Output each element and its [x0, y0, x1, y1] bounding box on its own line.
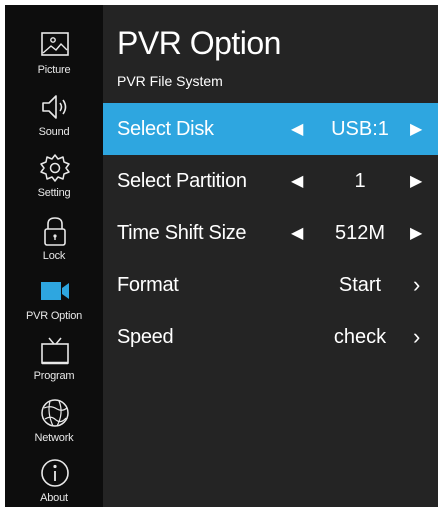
globe-icon: [41, 399, 69, 427]
sidebar-item-label: About: [40, 492, 68, 504]
camera-icon: [41, 282, 69, 300]
speaker-icon: [42, 95, 67, 119]
sidebar-item-label: Setting: [37, 187, 71, 199]
picture-icon: [41, 32, 69, 56]
sidebar-item-picture[interactable]: Picture: [5, 29, 103, 91]
sidebar-item-lock[interactable]: Lock: [5, 215, 103, 277]
lock-icon: [44, 217, 66, 246]
option-label: Speed: [117, 326, 174, 348]
chevron-right-icon[interactable]: ›: [413, 324, 420, 350]
left-arrow-icon[interactable]: ◀: [291, 223, 303, 243]
sidebar: Picture Sound Setting Lock PVR Option Pr…: [5, 5, 103, 507]
option-label: Select Disk: [117, 118, 214, 140]
sidebar-item-label: Lock: [42, 250, 66, 262]
tv-icon: [41, 337, 69, 365]
option-value: Start: [338, 274, 382, 296]
main-panel: PVR Option PVR File System Select Disk ◀…: [103, 5, 438, 507]
option-time-shift-size[interactable]: Time Shift Size ◀ 512M ▶: [103, 207, 438, 259]
sidebar-item-about[interactable]: About: [5, 457, 103, 519]
info-icon: [41, 459, 69, 487]
sidebar-item-label: Sound: [38, 126, 70, 138]
right-arrow-icon[interactable]: ▶: [410, 223, 422, 243]
sidebar-item-sound[interactable]: Sound: [5, 91, 103, 153]
option-label: Select Partition: [117, 170, 247, 192]
option-value: check: [333, 326, 387, 348]
sidebar-item-label: Program: [33, 370, 75, 382]
sidebar-item-label: PVR Option: [25, 310, 83, 322]
left-arrow-icon[interactable]: ◀: [291, 171, 303, 191]
chevron-right-icon[interactable]: ›: [413, 272, 420, 298]
sidebar-item-label: Picture: [37, 64, 71, 76]
sidebar-item-program[interactable]: Program: [5, 335, 103, 397]
option-label: Time Shift Size: [117, 222, 247, 244]
right-arrow-icon[interactable]: ▶: [410, 171, 422, 191]
page-subtitle: PVR File System: [117, 73, 223, 89]
sidebar-item-network[interactable]: Network: [5, 397, 103, 459]
option-value: 512M: [334, 222, 386, 244]
option-speed[interactable]: Speed check ›: [103, 311, 438, 363]
sidebar-item-setting[interactable]: Setting: [5, 152, 103, 214]
tv-menu-screen: Picture Sound Setting Lock PVR Option Pr…: [5, 5, 438, 507]
option-value: 1: [354, 170, 366, 192]
option-format[interactable]: Format Start ›: [103, 259, 438, 311]
page-title: PVR Option: [117, 25, 281, 61]
sidebar-item-pvr-option[interactable]: PVR Option: [5, 275, 103, 337]
option-value: USB:1: [331, 118, 389, 140]
sidebar-item-label: Network: [34, 432, 74, 444]
right-arrow-icon[interactable]: ▶: [410, 119, 422, 139]
option-select-partition[interactable]: Select Partition ◀ 1 ▶: [103, 155, 438, 207]
gear-icon: [40, 154, 70, 182]
option-select-disk[interactable]: Select Disk ◀ USB:1 ▶: [103, 103, 438, 155]
option-label: Format: [117, 274, 179, 296]
left-arrow-icon[interactable]: ◀: [291, 119, 303, 139]
